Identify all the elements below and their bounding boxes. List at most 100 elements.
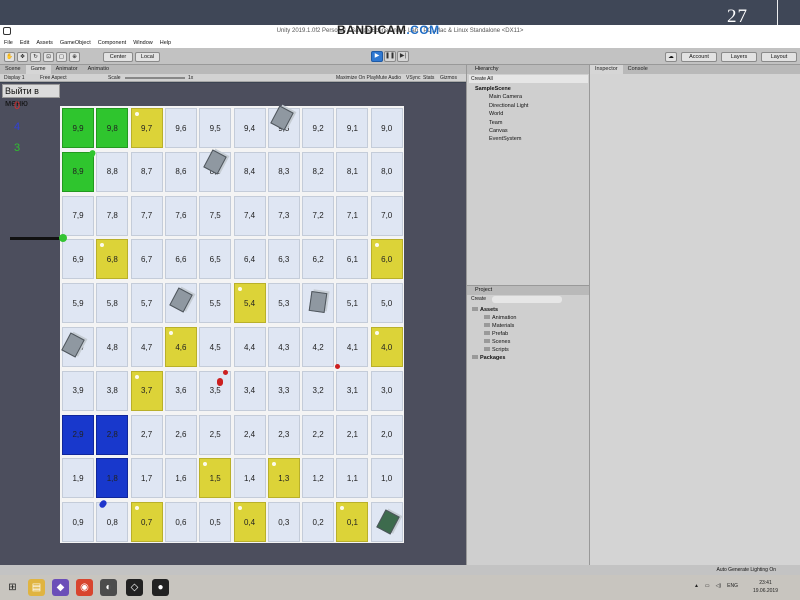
board-cell[interactable]: 9,7 bbox=[130, 108, 163, 148]
hierarchy-item[interactable]: Directional Light bbox=[475, 102, 528, 110]
board-cell[interactable]: 0,3 bbox=[267, 502, 300, 543]
board-cell[interactable]: 1,8 bbox=[96, 458, 129, 499]
hierarchy-search[interactable]: Create All bbox=[469, 75, 588, 83]
board-cell[interactable]: 3,9 bbox=[62, 370, 94, 411]
board-cell[interactable]: 0,5 bbox=[199, 502, 232, 543]
board-cell[interactable]: 4,4 bbox=[233, 327, 266, 367]
scale-tool-icon[interactable]: ⊡ bbox=[43, 52, 54, 62]
language-indicator[interactable]: ENG bbox=[727, 583, 738, 589]
board-cell[interactable]: 5,9 bbox=[62, 283, 94, 324]
board-cell[interactable]: 7,3 bbox=[267, 195, 300, 236]
board-cell[interactable]: 1,1 bbox=[336, 458, 369, 499]
board-cell[interactable]: 8,8 bbox=[96, 151, 129, 192]
move-tool-icon[interactable]: ✥ bbox=[17, 52, 28, 62]
board-cell[interactable]: 2,7 bbox=[130, 414, 163, 455]
board-cell[interactable]: 7,4 bbox=[233, 195, 266, 236]
board-cell[interactable]: 7,5 bbox=[199, 195, 232, 236]
board-cell[interactable]: 6,0 bbox=[370, 239, 403, 280]
gray-cube-piece[interactable] bbox=[308, 290, 328, 314]
board-cell[interactable]: 5,7 bbox=[130, 283, 163, 324]
board-cell[interactable]: 3,5 bbox=[199, 370, 232, 411]
board-cell[interactable]: 2,9 bbox=[62, 414, 94, 455]
board-cell[interactable]: 7,0 bbox=[370, 195, 403, 236]
hierarchy-search-input[interactable]: All bbox=[487, 76, 493, 82]
board-cell[interactable]: 7,1 bbox=[336, 195, 369, 236]
board-cell[interactable]: 4,6 bbox=[164, 327, 197, 367]
network-icon[interactable]: ▭ bbox=[705, 583, 710, 589]
board-cell[interactable]: 1,2 bbox=[302, 458, 335, 499]
aspect-dropdown[interactable]: Free Aspect bbox=[40, 74, 67, 82]
board-cell[interactable]: 6,9 bbox=[62, 239, 94, 280]
board-cell[interactable]: 2,8 bbox=[96, 414, 129, 455]
board-cell[interactable]: 4,7 bbox=[130, 327, 163, 367]
board-cell[interactable]: 2,4 bbox=[233, 414, 266, 455]
project-search-input[interactable] bbox=[492, 296, 562, 303]
board-cell[interactable]: 7,9 bbox=[62, 195, 94, 236]
board-cell[interactable]: 4,3 bbox=[267, 327, 300, 367]
board-cell[interactable]: 3,3 bbox=[267, 370, 300, 411]
menu-gameobject[interactable]: GameObject bbox=[60, 40, 91, 46]
board-cell[interactable]: 8,2 bbox=[302, 151, 335, 192]
account-dropdown[interactable]: Account bbox=[681, 52, 717, 62]
packages-folder[interactable]: Packages bbox=[472, 354, 516, 362]
board-cell[interactable]: 2,6 bbox=[164, 414, 197, 455]
gizmos-dropdown[interactable]: Gizmos bbox=[440, 74, 457, 82]
project-folder[interactable]: Scenes bbox=[472, 338, 516, 346]
mute-audio-toggle[interactable]: Mute Audio bbox=[376, 74, 401, 82]
board-cell[interactable]: 5,3 bbox=[267, 283, 300, 324]
board-cell[interactable]: 0,8 bbox=[96, 502, 129, 543]
menu-component[interactable]: Component bbox=[98, 40, 126, 46]
menu-edit[interactable]: Edit bbox=[20, 40, 29, 46]
red-token[interactable] bbox=[335, 364, 340, 369]
board-cell[interactable]: 9,2 bbox=[302, 108, 335, 148]
hand-tool-icon[interactable]: ✋ bbox=[4, 52, 15, 62]
project-folder[interactable]: Scripts bbox=[472, 346, 516, 354]
board-cell[interactable]: 5,8 bbox=[96, 283, 129, 324]
file-explorer-icon[interactable]: ▤ bbox=[28, 579, 45, 596]
board-cell[interactable]: 1,4 bbox=[233, 458, 266, 499]
cloud-icon[interactable]: ☁ bbox=[665, 52, 677, 62]
display-dropdown[interactable]: Display 1 bbox=[4, 74, 25, 82]
board-cell[interactable]: 7,2 bbox=[302, 195, 335, 236]
board-cell[interactable]: 3,4 bbox=[233, 370, 266, 411]
exit-to-menu-button[interactable]: Выйти в меню bbox=[2, 84, 60, 108]
board-cell[interactable]: 2,0 bbox=[370, 414, 403, 455]
board-cell[interactable]: 4,8 bbox=[96, 327, 129, 367]
board-cell[interactable]: 4,1 bbox=[336, 327, 369, 367]
board-cell[interactable]: 5,0 bbox=[370, 283, 403, 324]
board-cell[interactable]: 2,2 bbox=[302, 414, 335, 455]
board-cell[interactable]: 6,8 bbox=[96, 239, 129, 280]
board-cell[interactable]: 7,7 bbox=[130, 195, 163, 236]
browser-icon[interactable]: ◉ bbox=[76, 579, 93, 596]
scale-slider[interactable] bbox=[125, 77, 185, 79]
board-cell[interactable]: 9,1 bbox=[336, 108, 369, 148]
menu-help[interactable]: Help bbox=[160, 40, 171, 46]
board-cell[interactable]: 3,1 bbox=[336, 370, 369, 411]
board-cell[interactable]: 4,2 bbox=[302, 327, 335, 367]
record-icon[interactable]: ● bbox=[152, 579, 169, 596]
vsync-toggle[interactable]: VSync bbox=[406, 74, 420, 82]
tab-inspector[interactable]: Inspector bbox=[590, 65, 623, 74]
board-cell[interactable]: 3,0 bbox=[370, 370, 403, 411]
project-folder[interactable]: Materials bbox=[472, 322, 516, 330]
project-folder[interactable]: Prefab bbox=[472, 330, 516, 338]
play-button[interactable]: ▶ bbox=[371, 51, 383, 62]
board-cell[interactable]: 9,5 bbox=[199, 108, 232, 148]
board-cell[interactable]: 9,4 bbox=[233, 108, 266, 148]
layers-dropdown[interactable]: Layers bbox=[721, 52, 757, 62]
hierarchy-item[interactable]: EventSystem bbox=[475, 135, 528, 143]
board-cell[interactable]: 1,9 bbox=[62, 458, 94, 499]
step-button[interactable]: ▶| bbox=[397, 51, 409, 62]
board-cell[interactable]: 0,9 bbox=[62, 502, 94, 543]
hierarchy-tab[interactable]: Hierarchy bbox=[467, 65, 590, 74]
hierarchy-scene[interactable]: SampleScene bbox=[475, 85, 528, 93]
discord-icon[interactable]: ◐ bbox=[100, 579, 117, 596]
tab-scene[interactable]: Scene bbox=[0, 65, 26, 74]
board-cell[interactable]: 0,1 bbox=[336, 502, 369, 543]
board-cell[interactable]: 2,3 bbox=[267, 414, 300, 455]
menu-file[interactable]: File bbox=[4, 40, 13, 46]
tab-console[interactable]: Console bbox=[623, 65, 653, 74]
board-cell[interactable]: 0,7 bbox=[130, 502, 163, 543]
board-cell[interactable]: 9,0 bbox=[370, 108, 403, 148]
board-cell[interactable]: 9,8 bbox=[96, 108, 129, 148]
